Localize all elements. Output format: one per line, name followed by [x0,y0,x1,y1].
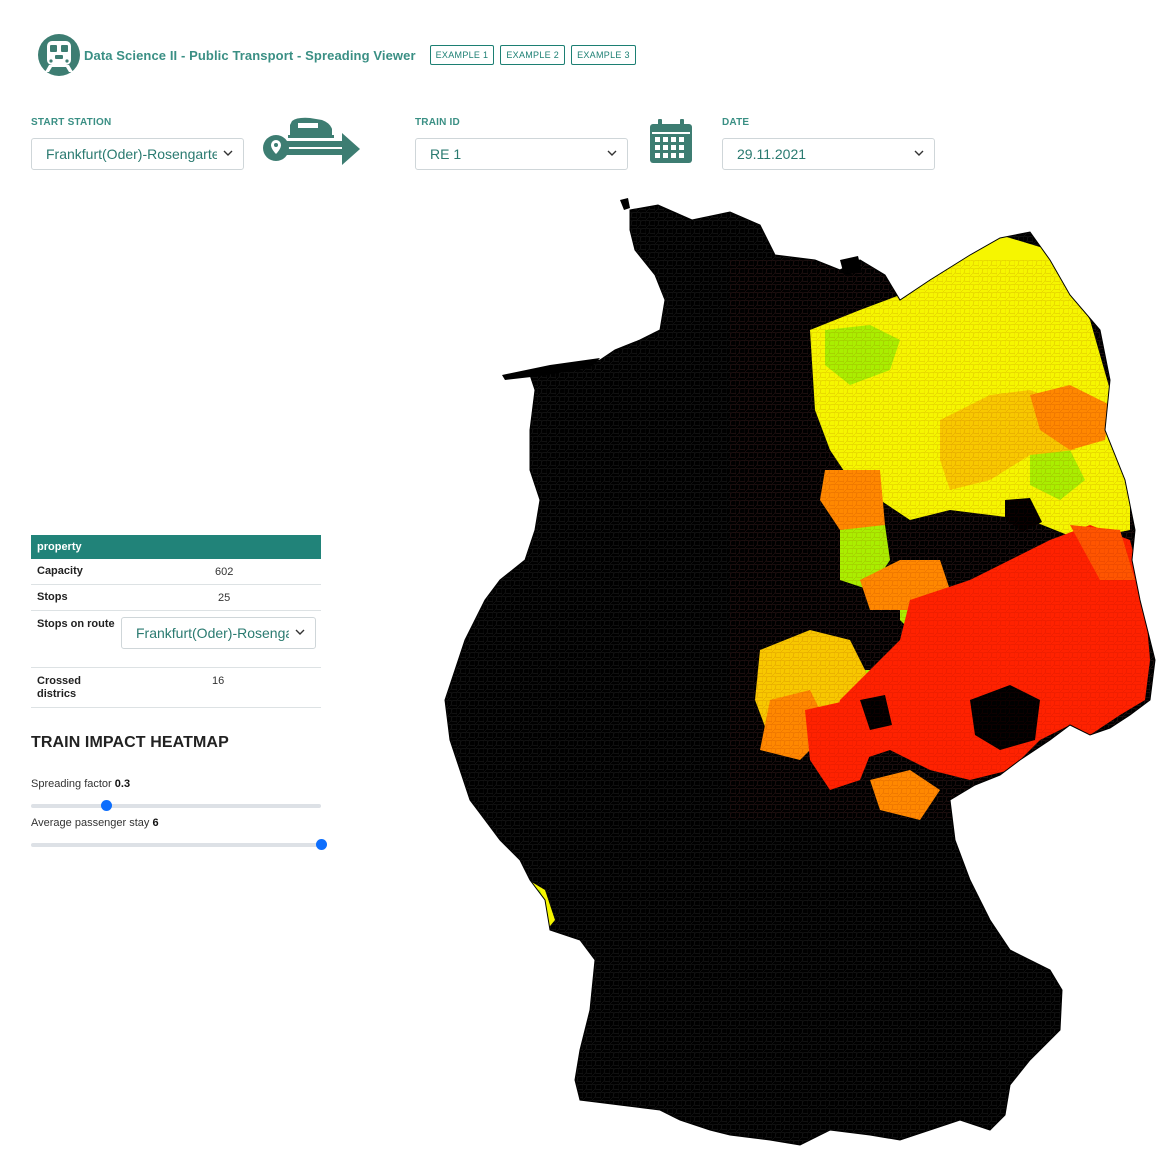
date-label: DATE [722,117,750,128]
chevron-down-icon [607,150,617,156]
germany-impact-map[interactable] [430,180,1157,1160]
spreading-factor-text: Spreading factor [31,778,112,790]
stops-on-route-value: Frankfurt(Oder)-Rosengarten [136,625,289,641]
spreading-factor-slider[interactable] [31,800,321,811]
date-value: 29.11.2021 [737,146,807,162]
stops-on-route-select[interactable]: Frankfurt(Oder)-Rosengarten [121,617,316,649]
calendar-icon [649,118,693,164]
example-1-button[interactable]: EXAMPLE 1 [429,45,495,65]
passenger-stay-thumb[interactable] [316,839,327,850]
app-header: Data Science II - Public Transport - Spr… [38,34,636,76]
passenger-stay-label: Average passenger stay 6 [31,817,159,829]
stops-on-route-label: Stops on route [37,618,115,630]
chevron-down-icon [223,150,233,156]
train-id-label: TRAIN ID [415,117,460,128]
table-row: Capacity 602 [31,559,321,585]
table-row: Stops 25 [31,585,321,611]
crossed-districts-value: 16 [212,675,225,687]
property-table: property Capacity 602 Stops 25 Stops on … [31,535,321,708]
train-id-value: RE 1 [430,146,462,162]
table-row: Crossed districs 16 [31,668,321,708]
spreading-factor-label: Spreading factor 0.3 [31,778,130,790]
train-logo-icon [38,34,80,76]
passenger-stay-value: 6 [152,817,159,829]
stops-label: Stops [37,591,68,603]
spreading-factor-value: 0.3 [114,778,131,790]
heatmap-title: TRAIN IMPACT HEATMAP [31,734,229,751]
chevron-down-icon [295,629,305,635]
start-station-select[interactable]: Frankfurt(Oder)-Rosengarten [31,138,244,170]
crossed-districts-label: Crossed districs [37,675,82,700]
example-3-button[interactable]: EXAMPLE 3 [571,45,636,65]
train-route-icon [262,115,362,167]
property-table-header: property [31,535,321,559]
start-station-label: START STATION [31,117,112,128]
train-id-select[interactable]: RE 1 [415,138,628,170]
stops-value: 25 [218,591,231,604]
table-row: Stops on route Frankfurt(Oder)-Rosengart… [31,611,321,668]
chevron-down-icon [914,150,924,156]
date-select[interactable]: 29.11.2021 [722,138,935,170]
page: Data Science II - Public Transport - Spr… [0,0,1157,1161]
example-2-button[interactable]: EXAMPLE 2 [500,45,566,65]
passenger-stay-slider[interactable] [31,839,327,850]
app-title: Data Science II - Public Transport - Spr… [84,47,416,63]
start-station-value: Frankfurt(Oder)-Rosengarten [46,146,217,162]
spreading-factor-thumb[interactable] [101,800,113,811]
capacity-value: 602 [215,565,234,578]
passenger-stay-text: Average passenger stay [31,817,150,829]
capacity-label: Capacity [37,565,83,577]
